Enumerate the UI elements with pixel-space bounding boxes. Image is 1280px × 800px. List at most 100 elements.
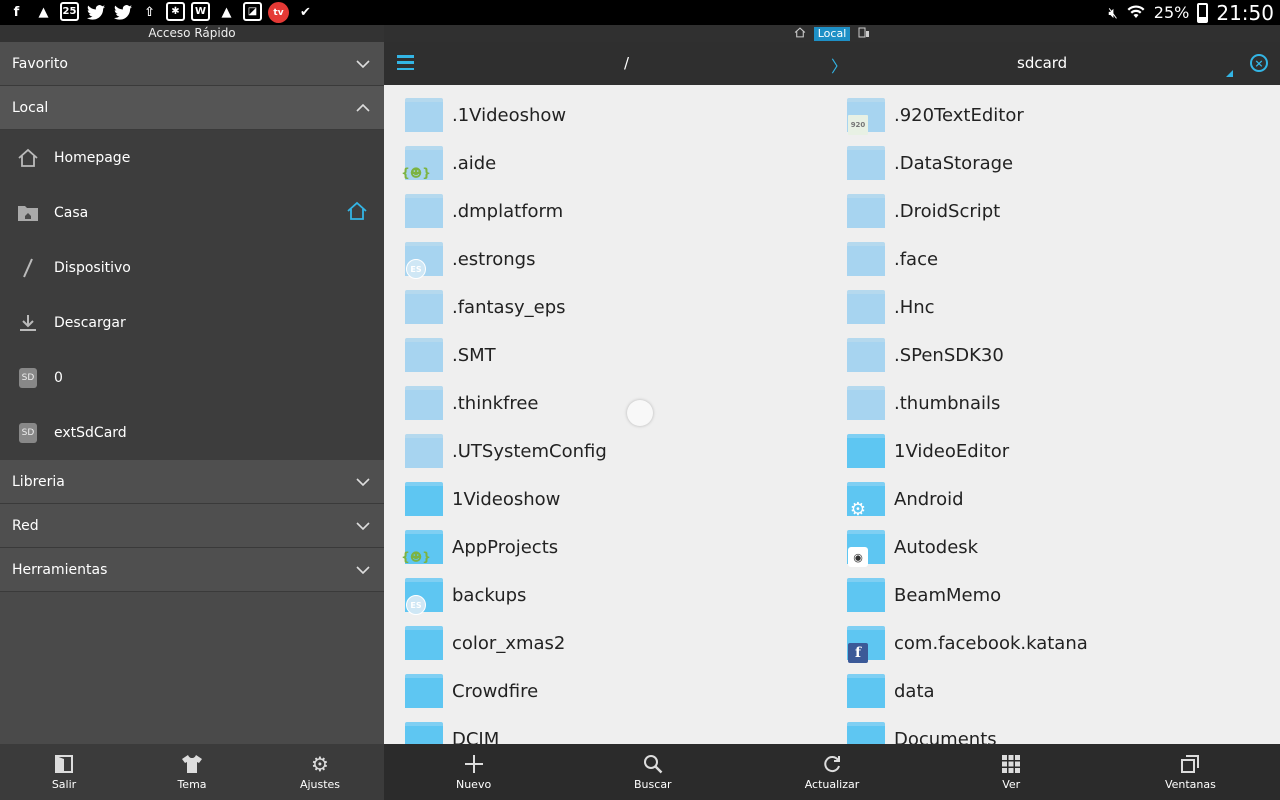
folder-icon: [405, 674, 443, 708]
folder-icon: [847, 194, 885, 228]
sd-card-icon: SD: [17, 422, 39, 444]
upload-icon: ⇧: [144, 5, 155, 20]
folder-item[interactable]: .face: [847, 235, 1280, 283]
section-local[interactable]: Local: [0, 86, 384, 130]
folder-name: .fantasy_eps: [452, 296, 566, 318]
folder-item[interactable]: 1Videoshow: [405, 475, 847, 523]
settings-button[interactable]: ⚙ Ajustes: [256, 744, 384, 800]
sidebar-item-label: Dispositivo: [54, 259, 131, 276]
close-icon[interactable]: ×: [1250, 54, 1268, 72]
exit-button[interactable]: Salir: [0, 744, 128, 800]
search-button[interactable]: Buscar: [563, 744, 742, 800]
refresh-button[interactable]: Actualizar: [742, 744, 921, 800]
windows-icon: [1179, 753, 1201, 775]
folder-name: .SMT: [452, 344, 496, 366]
new-button[interactable]: Nuevo: [384, 744, 563, 800]
window-tab-local[interactable]: Local: [813, 26, 851, 41]
app-red-icon: tv: [268, 2, 289, 23]
section-label: Herramientas: [12, 561, 108, 578]
folder-item[interactable]: .Hnc: [847, 283, 1280, 331]
folder-icon: [405, 434, 443, 468]
sidebar-item-descargar[interactable]: Descargar: [0, 295, 384, 350]
home-icon[interactable]: [794, 26, 806, 41]
sidebar-item-homepage[interactable]: Homepage: [0, 130, 384, 185]
folder-name: .Hnc: [894, 296, 935, 318]
theme-button[interactable]: Tema: [128, 744, 256, 800]
folder-item[interactable]: Crowdfire: [405, 667, 847, 715]
file-list[interactable]: .1Videoshow 920 .920TextEditor {☻} .aide .Dat…: [384, 85, 1280, 744]
folder-home-icon: [17, 202, 39, 224]
breadcrumb-current[interactable]: sdcard: [1017, 54, 1067, 72]
dropdown-corner-icon[interactable]: [1226, 70, 1233, 77]
folder-item[interactable]: color_xmas2: [405, 619, 847, 667]
device-icon[interactable]: [858, 27, 870, 41]
section-red[interactable]: Red: [0, 504, 384, 548]
section-herramientas[interactable]: Herramientas: [0, 548, 384, 592]
folder-item[interactable]: ◉ Autodesk: [847, 523, 1280, 571]
notification-icon: ▲: [38, 5, 49, 20]
chevron-up-icon: [356, 101, 370, 115]
folder-name: .DataStorage: [894, 152, 1014, 174]
chevron-down-icon: [356, 475, 370, 489]
folder-item[interactable]: ES backups: [405, 571, 847, 619]
folder-item[interactable]: f com.facebook.katana: [847, 619, 1280, 667]
folder-name: Documents: [894, 728, 997, 745]
folder-icon: [847, 290, 885, 324]
folder-item[interactable]: data: [847, 667, 1280, 715]
sidebar-item-casa[interactable]: Casa: [0, 185, 384, 240]
folder-name: com.facebook.katana: [894, 632, 1088, 654]
folder-item[interactable]: 920 .920TextEditor: [847, 91, 1280, 139]
folder-item[interactable]: BeamMemo: [847, 571, 1280, 619]
folder-item[interactable]: {☻} .aide: [401, 139, 847, 187]
folder-item[interactable]: ES .estrongs: [405, 235, 847, 283]
home-icon[interactable]: [346, 201, 368, 225]
wordpress-icon: W: [191, 2, 210, 21]
folder-item[interactable]: .SMT: [405, 331, 847, 379]
tshirt-icon: [181, 753, 203, 775]
gallery-icon: ◪: [243, 2, 262, 21]
menu-icon[interactable]: [397, 55, 414, 70]
folder-icon: [847, 674, 885, 708]
section-libreria[interactable]: Libreria: [0, 460, 384, 504]
breadcrumb-root[interactable]: /: [624, 54, 629, 72]
sidebar-item-extsdcard[interactable]: SD extSdCard: [0, 405, 384, 460]
folder-item[interactable]: .thinkfree: [405, 379, 847, 427]
folder-item[interactable]: .DroidScript: [847, 187, 1280, 235]
folder-item[interactable]: ⚙ Android: [847, 475, 1280, 523]
folder-item[interactable]: .thumbnails: [847, 379, 1280, 427]
folder-item[interactable]: 1VideoEditor: [847, 427, 1280, 475]
breadcrumb-separator: 〉: [831, 57, 848, 76]
folder-item[interactable]: Documents: [847, 715, 1280, 744]
folder-item[interactable]: .SPenSDK30: [847, 331, 1280, 379]
wifi-icon: [1126, 2, 1146, 24]
section-label: Favorito: [12, 55, 68, 72]
folder-name: .dmplatform: [452, 200, 564, 222]
battery-percent: 25%: [1153, 3, 1190, 22]
folder-item[interactable]: .DataStorage: [847, 139, 1280, 187]
mute-icon: 🔇︎: [1108, 3, 1118, 22]
folder-name: .face: [894, 248, 939, 270]
view-button[interactable]: Ver: [922, 744, 1101, 800]
folder-item[interactable]: .dmplatform: [405, 187, 847, 235]
folder-item[interactable]: .UTSystemConfig: [405, 427, 847, 475]
sidebar-item-0[interactable]: SD 0: [0, 350, 384, 405]
exit-icon: [53, 753, 75, 775]
windows-button[interactable]: Ventanas: [1101, 744, 1280, 800]
download-icon: [17, 312, 39, 334]
app-icon: ✱: [166, 2, 185, 21]
sidebar-item-label: extSdCard: [54, 424, 127, 441]
folder-item[interactable]: {☻} AppProjects: [401, 523, 847, 571]
folder-icon: [405, 386, 443, 420]
section-favorito[interactable]: Favorito: [0, 42, 384, 86]
folder-icon: [405, 98, 443, 132]
battery-icon: [1197, 2, 1209, 23]
folder-item[interactable]: DCIM: [405, 715, 847, 744]
slash-icon: [17, 257, 39, 279]
sidebar-item-dispositivo[interactable]: Dispositivo: [0, 240, 384, 295]
twitter-icon: [85, 2, 106, 23]
folder-item[interactable]: .fantasy_eps: [405, 283, 847, 331]
folder-icon: [847, 386, 885, 420]
folder-item[interactable]: .1Videoshow: [405, 91, 847, 139]
rocket-icon: ▲: [221, 5, 232, 20]
section-label: Libreria: [12, 473, 65, 490]
